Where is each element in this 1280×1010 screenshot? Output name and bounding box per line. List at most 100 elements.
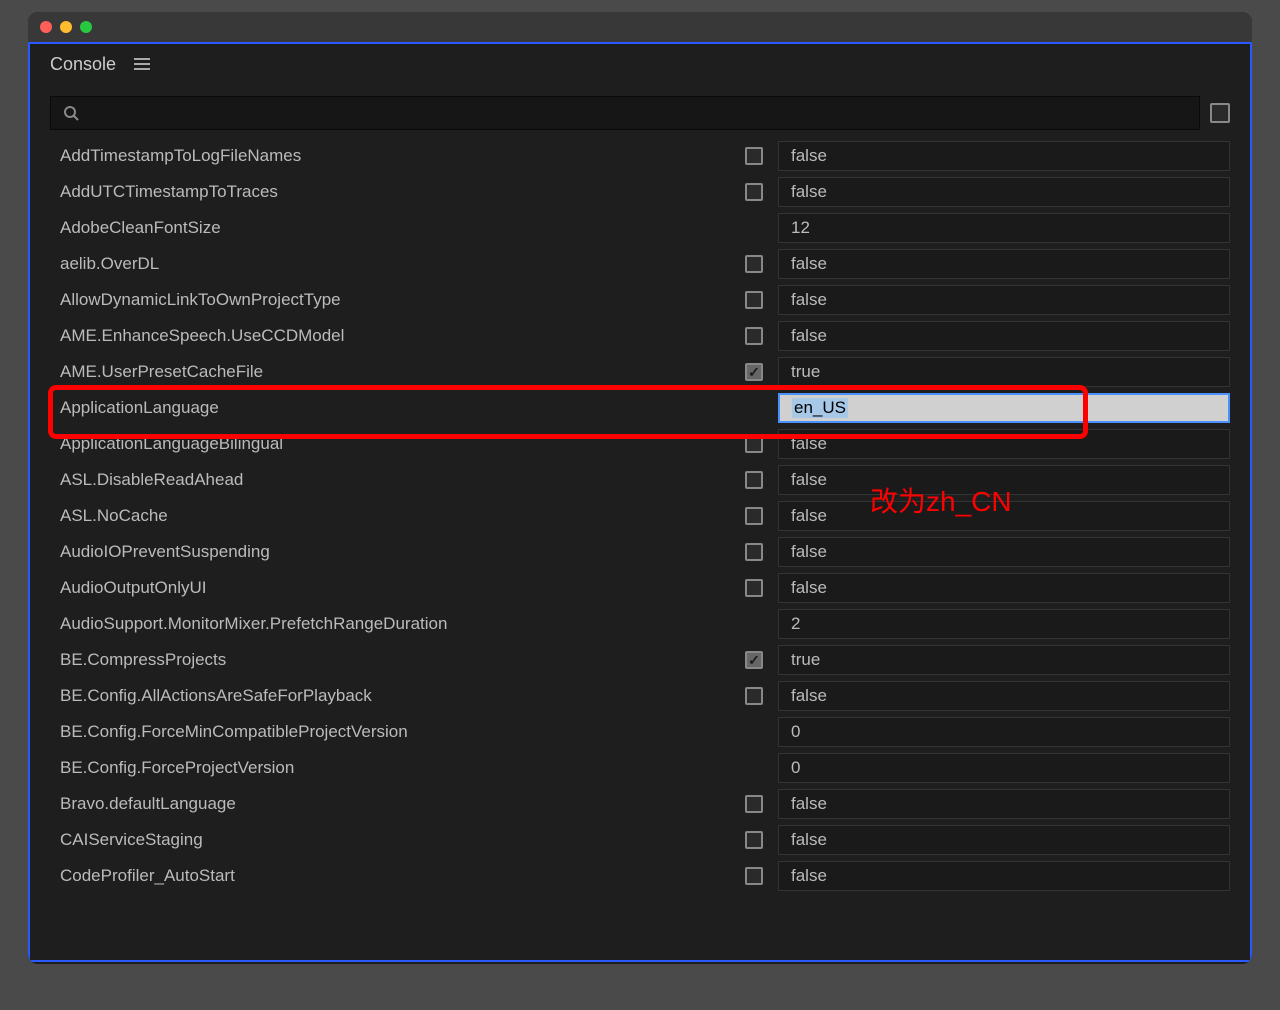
setting-checkbox[interactable] [745,867,763,885]
search-input[interactable] [87,105,1187,122]
setting-name: CAIServiceStaging [50,830,730,850]
setting-checkbox-col [738,795,770,813]
setting-checkbox[interactable]: ✓ [745,651,763,669]
setting-checkbox-col [738,543,770,561]
setting-name: ApplicationLanguage [50,398,730,418]
checkmark-icon: ✓ [748,364,760,381]
setting-row: Bravo.defaultLanguage false [50,786,1230,822]
setting-name: AddTimestampToLogFileNames [50,146,730,166]
setting-name: AudioSupport.MonitorMixer.PrefetchRangeD… [50,614,730,634]
setting-checkbox-col [738,183,770,201]
setting-row: AudioOutputOnlyUIfalse [50,570,1230,606]
setting-value[interactable]: false [778,537,1230,567]
panel-title: Console [50,54,116,75]
setting-row: ApplicationLanguageBilingual false [50,426,1230,462]
setting-checkbox[interactable] [745,327,763,345]
menu-icon[interactable] [134,58,150,70]
checkmark-icon: ✓ [748,652,760,669]
setting-name: ASL.DisableReadAhead [50,470,730,490]
setting-row: AME.EnhanceSpeech.UseCCDModel false [50,318,1230,354]
setting-row: BE.Config.AllActionsAreSafeForPlayback fa… [50,678,1230,714]
setting-row: CodeProfiler_AutoStartfalse [50,858,1230,894]
setting-checkbox-col [738,831,770,849]
setting-value[interactable]: false [778,429,1230,459]
setting-name: AME.EnhanceSpeech.UseCCDModel [50,326,730,346]
setting-checkbox-col: ✓ [738,363,770,381]
search-bar-row [30,84,1250,138]
setting-checkbox[interactable] [745,831,763,849]
setting-checkbox[interactable] [745,507,763,525]
setting-row: AdobeCleanFontSize 12 [50,210,1230,246]
setting-name: BE.Config.ForceMinCompatibleProjectVersi… [50,722,730,742]
setting-row: aelib.OverDLfalse [50,246,1230,282]
setting-value[interactable]: 2 [778,609,1230,639]
setting-checkbox[interactable] [745,147,763,165]
setting-value[interactable]: false [778,177,1230,207]
setting-name: BE.Config.ForceProjectVersion [50,758,730,778]
setting-name: BE.Config.AllActionsAreSafeForPlayback [50,686,730,706]
app-window: Console 改为zh_CN AddTimestampToLogFileNam… [28,12,1252,964]
setting-value[interactable]: false [778,681,1230,711]
setting-checkbox[interactable]: ✓ [745,363,763,381]
setting-checkbox-col [738,687,770,705]
setting-value[interactable]: true [778,645,1230,675]
setting-checkbox[interactable] [745,435,763,453]
setting-value[interactable]: en_US [778,393,1230,423]
settings-list[interactable]: 改为zh_CN AddTimestampToLogFileNamesfalseA… [30,138,1250,918]
setting-row: BE.Config.ForceProjectVersion 0 [50,750,1230,786]
setting-value[interactable]: false [778,285,1230,315]
setting-checkbox-col [738,147,770,165]
setting-value[interactable]: 12 [778,213,1230,243]
titlebar [28,12,1252,42]
close-window-button[interactable] [40,21,52,33]
setting-name: BE.CompressProjects [50,650,730,670]
setting-name: AME.UserPresetCacheFile [50,362,730,382]
header-checkbox[interactable] [1210,103,1230,123]
setting-value[interactable]: 0 [778,753,1230,783]
setting-value[interactable]: false [778,573,1230,603]
setting-row: AddUTCTimestampToTracesfalse [50,174,1230,210]
setting-checkbox-col [738,327,770,345]
setting-name: AllowDynamicLinkToOwnProjectType [50,290,730,310]
setting-checkbox-col: ✓ [738,651,770,669]
setting-name: Bravo.defaultLanguage [50,794,730,814]
setting-checkbox[interactable] [745,795,763,813]
setting-row: AddTimestampToLogFileNames false [50,138,1230,174]
app-body: Console 改为zh_CN AddTimestampToLogFileNam… [28,42,1252,962]
search-box[interactable] [50,96,1200,130]
setting-value[interactable]: 0 [778,717,1230,747]
setting-name: ApplicationLanguageBilingual [50,434,730,454]
minimize-window-button[interactable] [60,21,72,33]
setting-name: ASL.NoCache [50,506,730,526]
setting-checkbox-col [738,471,770,489]
setting-row: ApplicationLanguage en_US [50,390,1230,426]
setting-row: BE.Config.ForceMinCompatibleProjectVersi… [50,714,1230,750]
setting-value[interactable]: false [778,465,1230,495]
setting-checkbox-col [738,579,770,597]
setting-value[interactable]: false [778,861,1230,891]
setting-value[interactable]: true [778,357,1230,387]
setting-value[interactable]: false [778,825,1230,855]
maximize-window-button[interactable] [80,21,92,33]
setting-value[interactable]: false [778,501,1230,531]
setting-name: AudioIOPreventSuspending [50,542,730,562]
setting-checkbox[interactable] [745,687,763,705]
setting-value[interactable]: false [778,141,1230,171]
setting-checkbox[interactable] [745,255,763,273]
setting-name: AdobeCleanFontSize [50,218,730,238]
setting-value[interactable]: false [778,789,1230,819]
setting-checkbox[interactable] [745,471,763,489]
setting-value[interactable]: false [778,249,1230,279]
search-icon [63,105,79,121]
setting-checkbox[interactable] [745,291,763,309]
setting-value[interactable]: false [778,321,1230,351]
setting-checkbox[interactable] [745,183,763,201]
setting-checkbox[interactable] [745,543,763,561]
setting-checkbox-col [738,291,770,309]
setting-row: ASL.DisableReadAhead false [50,462,1230,498]
setting-row: AllowDynamicLinkToOwnProjectType false [50,282,1230,318]
setting-row: AudioSupport.MonitorMixer.PrefetchRangeD… [50,606,1230,642]
setting-row: AME.UserPresetCacheFile ✓ true [50,354,1230,390]
setting-checkbox-col [738,435,770,453]
setting-checkbox[interactable] [745,579,763,597]
